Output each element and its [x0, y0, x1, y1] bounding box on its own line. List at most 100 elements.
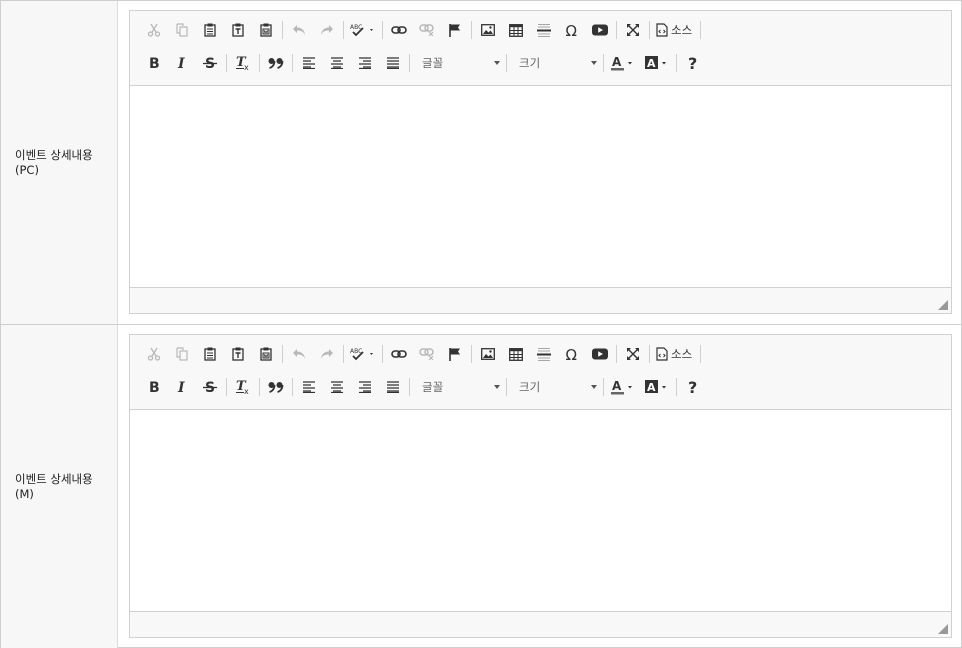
- italic-icon: I: [177, 380, 185, 394]
- source-button[interactable]: 소스: [652, 18, 698, 42]
- link-button[interactable]: [385, 342, 413, 366]
- editor-bottom-bar: [130, 287, 951, 313]
- editor-toolbar: ABC Ω 소스 B I S T x 글꼴 크기 A A ?: [130, 11, 951, 86]
- align-right-button[interactable]: [351, 51, 379, 75]
- source-icon: [656, 347, 668, 361]
- toolbar-separator: [700, 21, 702, 39]
- text-color-icon: A: [611, 55, 632, 71]
- justify-button[interactable]: [379, 375, 407, 399]
- youtube-button[interactable]: [586, 342, 614, 366]
- table-button[interactable]: [502, 342, 530, 366]
- justify-icon: [387, 381, 399, 393]
- unlink-button[interactable]: [413, 18, 441, 42]
- font-combo[interactable]: 글꼴: [412, 376, 504, 398]
- blockquote-button[interactable]: [262, 375, 290, 399]
- align-left-button[interactable]: [295, 51, 323, 75]
- blockquote-icon: [268, 58, 284, 69]
- horizontal-rule-icon: [537, 348, 551, 361]
- bold-button[interactable]: B: [140, 375, 168, 399]
- svg-text:A: A: [612, 379, 622, 393]
- remove-format-button[interactable]: Tx: [229, 51, 257, 75]
- toolbar-separator: [382, 21, 383, 39]
- copy-button[interactable]: [168, 342, 196, 366]
- strike-button[interactable]: S: [196, 51, 224, 75]
- toolbar-separator: [676, 378, 677, 396]
- spellcheck-button[interactable]: ABC: [346, 342, 380, 366]
- undo-button[interactable]: [285, 18, 313, 42]
- align-center-button[interactable]: [323, 375, 351, 399]
- justify-button[interactable]: [379, 51, 407, 75]
- anchor-button[interactable]: [441, 18, 469, 42]
- text-color-button[interactable]: A: [606, 51, 640, 75]
- image-button[interactable]: [474, 342, 502, 366]
- image-icon: [481, 24, 495, 36]
- bg-color-icon: A: [645, 56, 666, 70]
- editor-content-area[interactable]: [130, 410, 951, 611]
- paste-word-icon: [260, 23, 272, 37]
- maximize-icon: [627, 348, 639, 360]
- spellcheck-button[interactable]: ABC: [346, 18, 380, 42]
- paste-text-icon: [232, 347, 244, 361]
- source-button[interactable]: 소스: [652, 342, 698, 366]
- image-button[interactable]: [474, 18, 502, 42]
- special-char-button[interactable]: Ω: [558, 342, 586, 366]
- strike-icon: S: [203, 56, 217, 70]
- horizontal-rule-button[interactable]: [530, 342, 558, 366]
- toolbar-separator: [471, 345, 472, 363]
- maximize-button[interactable]: [619, 342, 647, 366]
- size-combo[interactable]: 크기: [509, 376, 601, 398]
- help-icon: ?: [688, 55, 697, 71]
- toolbar-separator: [292, 54, 293, 72]
- size-combo[interactable]: 크기: [509, 52, 601, 74]
- resize-handle-icon[interactable]: [938, 624, 948, 634]
- align-left-button[interactable]: [295, 375, 323, 399]
- paste-text-button[interactable]: [224, 18, 252, 42]
- bg-color-button[interactable]: A: [640, 375, 674, 399]
- link-button[interactable]: [385, 18, 413, 42]
- special-char-button[interactable]: Ω: [558, 18, 586, 42]
- blockquote-button[interactable]: [262, 51, 290, 75]
- maximize-button[interactable]: [619, 18, 647, 42]
- align-center-button[interactable]: [323, 51, 351, 75]
- paste-word-button[interactable]: [252, 18, 280, 42]
- copy-button[interactable]: [168, 18, 196, 42]
- anchor-button[interactable]: [441, 342, 469, 366]
- undo-button[interactable]: [285, 342, 313, 366]
- redo-button[interactable]: [313, 18, 341, 42]
- redo-button[interactable]: [313, 342, 341, 366]
- toolbar-separator: [282, 345, 283, 363]
- spellcheck-icon: ABC: [350, 24, 373, 37]
- italic-button[interactable]: I: [168, 51, 196, 75]
- paste-button[interactable]: [196, 18, 224, 42]
- editor-content-area[interactable]: [130, 86, 951, 287]
- strike-icon: S: [203, 380, 217, 394]
- bold-button[interactable]: B: [140, 51, 168, 75]
- paste-button[interactable]: [196, 342, 224, 366]
- table-button[interactable]: [502, 18, 530, 42]
- chevron-down-icon: [591, 385, 597, 389]
- form-row-mobile: 이벤트 상세내용 (M) ABC Ω 소스 B I S T x 글꼴 크기 A …: [1, 325, 961, 648]
- strike-button[interactable]: S: [196, 375, 224, 399]
- toolbar-separator: [506, 378, 507, 396]
- help-button[interactable]: ?: [679, 375, 707, 399]
- resize-handle-icon[interactable]: [938, 300, 948, 310]
- align-right-button[interactable]: [351, 375, 379, 399]
- paste-text-button[interactable]: [224, 342, 252, 366]
- italic-icon: I: [177, 56, 185, 70]
- cut-button[interactable]: [140, 18, 168, 42]
- horizontal-rule-button[interactable]: [530, 18, 558, 42]
- special-char-icon: Ω: [566, 347, 577, 361]
- youtube-button[interactable]: [586, 18, 614, 42]
- italic-button[interactable]: I: [168, 375, 196, 399]
- size-combo-label: 크기: [519, 56, 541, 70]
- align-right-icon: [359, 381, 371, 393]
- cut-button[interactable]: [140, 342, 168, 366]
- help-button[interactable]: ?: [679, 51, 707, 75]
- remove-format-button[interactable]: Tx: [229, 375, 257, 399]
- font-combo[interactable]: 글꼴: [412, 52, 504, 74]
- text-color-button[interactable]: A: [606, 375, 640, 399]
- bg-color-button[interactable]: A: [640, 51, 674, 75]
- unlink-button[interactable]: [413, 342, 441, 366]
- rich-text-editor: ABC Ω 소스 B I S T x 글꼴 크기 A A ?: [129, 10, 952, 314]
- paste-word-button[interactable]: [252, 342, 280, 366]
